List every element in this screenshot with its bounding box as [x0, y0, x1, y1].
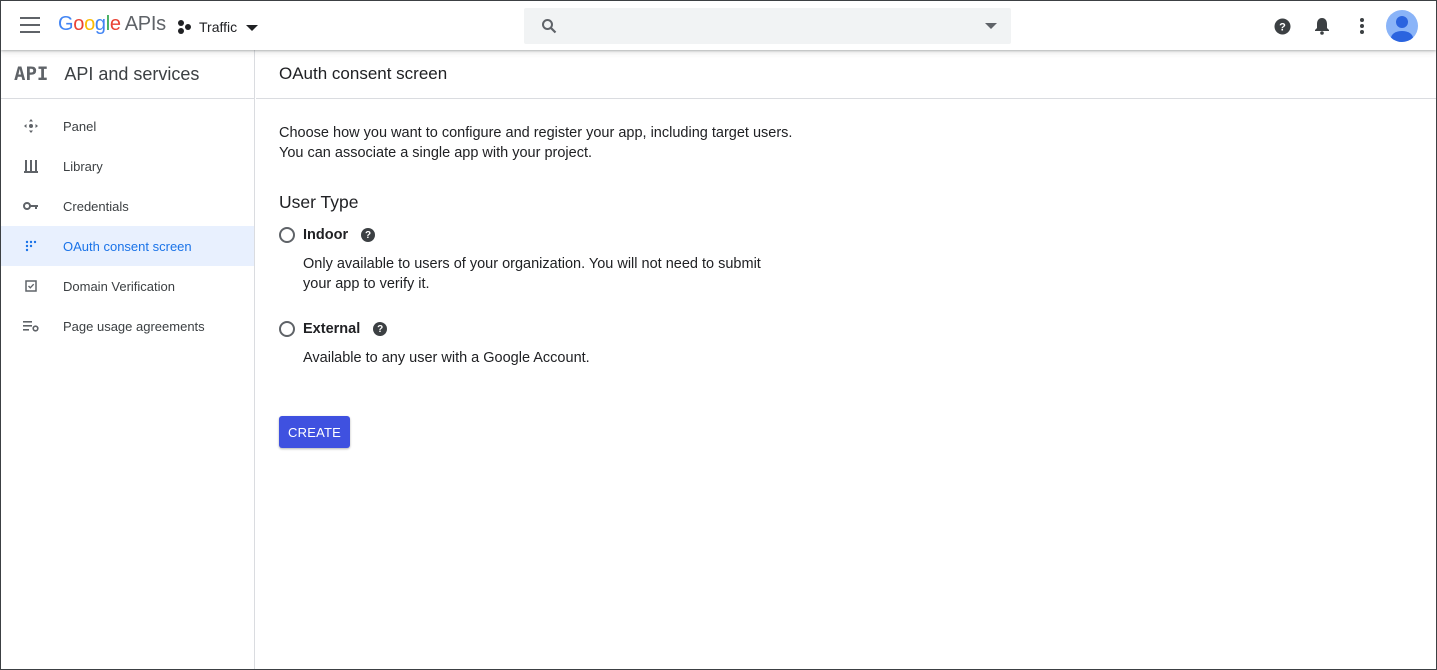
sidebar: API API and services Panel Library Crede…: [1, 50, 255, 669]
hamburger-line: [20, 24, 40, 26]
sidebar-item-credentials[interactable]: Credentials: [1, 186, 254, 226]
account-avatar[interactable]: [1386, 10, 1418, 42]
radio-external[interactable]: [279, 321, 295, 337]
intro-text: Choose how you want to configure and reg…: [279, 125, 793, 161]
page-title: OAuth consent screen: [279, 64, 448, 83]
help-icon: ?: [1274, 18, 1290, 34]
help-icon[interactable]: ?: [361, 228, 376, 242]
main-content: OAuth consent screen Choose how you want…: [256, 50, 1436, 669]
key-icon: [23, 198, 39, 214]
option-row: Indoor ?: [279, 224, 796, 246]
sidebar-item-label: Credentials: [63, 198, 129, 214]
search-bar[interactable]: [524, 8, 1011, 44]
option-label[interactable]: External: [303, 321, 360, 337]
logo-letter: G: [58, 13, 74, 35]
top-bar: Google APIs Traffic ?: [1, 1, 1436, 50]
sidebar-item-label: Library: [63, 158, 103, 174]
project-name: Traffic: [199, 19, 238, 35]
sidebar-nav: Panel Library Credentials OAuth consent …: [1, 106, 254, 346]
sidebar-item-label: Domain Verification: [63, 278, 175, 294]
sidebar-item-oauth-consent-screen[interactable]: OAuth consent screen: [1, 226, 254, 266]
user-type-heading: User Type: [279, 192, 359, 212]
more-vert-icon: [1360, 18, 1364, 34]
option-label[interactable]: Indoor: [303, 227, 348, 243]
sidebar-item-label: Panel: [63, 118, 97, 134]
consent-icon: [23, 238, 39, 254]
page-header: OAuth consent screen: [256, 50, 1436, 99]
consent-form: Choose how you want to configure and reg…: [256, 99, 796, 448]
option-row: External ?: [279, 318, 796, 340]
option-description: Only available to users of your organiza…: [303, 256, 761, 292]
create-button[interactable]: CREATE: [279, 416, 350, 448]
hamburger-line: [20, 31, 40, 33]
bell-icon: [1315, 18, 1329, 35]
hamburger-line: [20, 17, 40, 19]
search-dropdown-icon[interactable]: [985, 23, 997, 29]
checkbox-icon: [23, 278, 39, 294]
main-menu-button[interactable]: [20, 17, 40, 33]
library-icon: [23, 158, 39, 174]
logo-letter: o: [84, 13, 95, 35]
search-icon: [542, 19, 557, 34]
logo-letter: g: [94, 13, 106, 35]
sidebar-item-label: Page usage agreements: [63, 318, 205, 334]
sidebar-title: API and services: [64, 63, 200, 84]
user-type-option-external: External ? Available to any user with a …: [279, 318, 796, 368]
sidebar-item-panel[interactable]: Panel: [1, 106, 254, 146]
google-apis-logo[interactable]: Google APIs: [58, 13, 166, 36]
radio-indoor[interactable]: [279, 227, 295, 243]
sidebar-item-library[interactable]: Library: [1, 146, 254, 186]
avatar-icon: [1391, 16, 1413, 42]
dashboard-icon: [23, 118, 39, 134]
project-selector[interactable]: Traffic: [177, 16, 259, 38]
logo-letter: e: [109, 13, 121, 35]
logo-apis-text: APIs: [124, 13, 166, 35]
settings-list-icon: [23, 318, 39, 334]
option-description: Available to any user with a Google Acco…: [303, 350, 590, 366]
chevron-down-icon: [246, 25, 259, 31]
user-type-option-indoor: Indoor ? Only available to users of your…: [279, 224, 796, 294]
search-input[interactable]: [572, 8, 972, 44]
sidebar-item-label: OAuth consent screen: [63, 238, 192, 254]
sidebar-item-page-usage-agreements[interactable]: Page usage agreements: [1, 306, 254, 346]
help-button[interactable]: ?: [1270, 14, 1294, 38]
svg-text:?: ?: [1279, 21, 1286, 33]
logo-letter: o: [73, 13, 85, 35]
sidebar-item-domain-verification[interactable]: Domain Verification: [1, 266, 254, 306]
project-icon: [177, 19, 193, 35]
api-logo-icon: API: [14, 63, 49, 85]
more-options-button[interactable]: [1350, 14, 1374, 38]
sidebar-header: API API and services: [1, 50, 254, 99]
notifications-button[interactable]: [1310, 14, 1334, 38]
help-icon[interactable]: ?: [373, 322, 388, 336]
app-window: Google APIs Traffic ? API API and servic…: [0, 0, 1437, 670]
